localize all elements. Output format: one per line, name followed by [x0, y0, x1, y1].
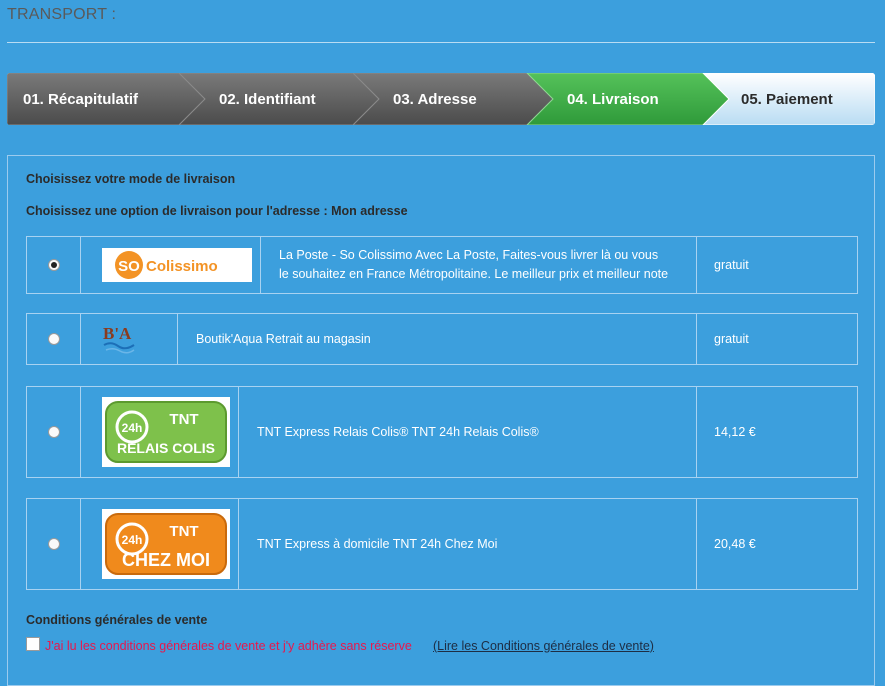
- step-label: 02. Identifiant: [219, 90, 316, 108]
- step-label: 01. Récapitulatif: [23, 90, 139, 108]
- boutikaqua-logo-text: B'A: [103, 324, 132, 343]
- tnt-logo-brand: TNT: [169, 411, 198, 428]
- carrier-radio-tnt-chez-moi[interactable]: [47, 538, 60, 550]
- step-label: 03. Adresse: [393, 90, 477, 108]
- so-colissimo-logo-graphic: SO Colissimo: [115, 251, 218, 279]
- tnt-logo-service: CHEZ MOI: [122, 550, 210, 570]
- carrier-radio-boutikaqua[interactable]: [47, 333, 60, 345]
- so-colissimo-logo: SO Colissimo: [102, 248, 252, 282]
- step-label: 05. Paiement: [741, 90, 833, 108]
- tnt-logo-24h: 24h: [122, 533, 143, 547]
- carrier-price: gratuit: [714, 332, 749, 346]
- description-cell: La Poste - So Colissimo Avec La Poste, F…: [261, 237, 697, 293]
- radio-cell: [27, 237, 81, 293]
- tnt-relais-colis-logo: 24h TNT RELAIS COLIS: [102, 397, 230, 467]
- carrier-row-tnt-relais[interactable]: 24h TNT RELAIS COLIS TNT Express Relais …: [26, 386, 858, 478]
- carrier-description: Boutik'Aqua Retrait au magasin: [178, 314, 697, 364]
- cgv-checkbox-label[interactable]: J'ai lu les conditions générales de vent…: [45, 639, 412, 653]
- tnt-chez-moi-logo: 24h TNT CHEZ MOI: [102, 509, 230, 579]
- logo-cell: 24h TNT CHEZ MOI: [81, 499, 239, 589]
- carrier-radio-tnt-relais[interactable]: [47, 426, 60, 438]
- logo-cell: SO Colissimo: [81, 237, 261, 293]
- radio-cell: [27, 314, 81, 364]
- title-divider: [7, 42, 875, 43]
- carrier-row-tnt-chez-moi[interactable]: 24h TNT CHEZ MOI TNT Express à domicile …: [26, 498, 858, 590]
- checkout-steps: 01. Récapitulatif 02. Identifiant 03. Ad…: [7, 73, 875, 125]
- carrier-description-line1: La Poste - So Colissimo Avec La Poste, F…: [279, 248, 659, 262]
- boutikaqua-logo: B'A: [103, 324, 135, 354]
- carrier-row-boutikaqua[interactable]: B'A Boutik'Aqua Retrait au magasin gratu…: [26, 313, 858, 365]
- carrier-row-colissimo[interactable]: SO Colissimo La Poste - So Colissimo Ave…: [26, 236, 858, 294]
- tnt-chez-moi-logo-graphic: 24h TNT CHEZ MOI: [105, 513, 227, 575]
- radio-selected-dot: [50, 262, 57, 268]
- carrier-description-line2: le souhaitez en France Métropolitaine. L…: [279, 267, 669, 281]
- tnt-relais-colis-logo-graphic: 24h TNT RELAIS COLIS: [105, 401, 227, 463]
- tnt-logo-24h: 24h: [122, 421, 143, 435]
- carrier-price: 14,12 €: [714, 425, 756, 439]
- step-label: 04. Livraison: [567, 90, 659, 108]
- tnt-logo-service: RELAIS COLIS: [117, 440, 215, 456]
- logo-so-text: SO: [118, 258, 140, 275]
- carrier-description: TNT Express à domicile TNT 24h Chez Moi: [239, 499, 697, 589]
- logo-cell: B'A: [81, 314, 178, 364]
- delivery-panel: Choisissez votre mode de livraison Chois…: [7, 155, 875, 686]
- logo-colissimo-text: Colissimo: [146, 258, 218, 275]
- delivery-heading: Choisissez votre mode de livraison: [26, 172, 236, 186]
- page-title: TRANSPORT :: [7, 6, 117, 23]
- carrier-description: TNT Express Relais Colis® TNT 24h Relais…: [239, 387, 697, 477]
- radio-cell: [27, 387, 81, 477]
- cgv-checkbox[interactable]: [26, 637, 40, 651]
- carrier-radio-colissimo[interactable]: [47, 259, 60, 271]
- carrier-price: gratuit: [714, 258, 749, 272]
- carrier-price: 20,48 €: [714, 537, 756, 551]
- radio-cell: [27, 499, 81, 589]
- logo-cell: 24h TNT RELAIS COLIS: [81, 387, 239, 477]
- cgv-heading: Conditions générales de vente: [26, 613, 208, 627]
- tnt-logo-brand: TNT: [169, 523, 198, 540]
- cgv-link[interactable]: (Lire les Conditions générales de vente): [433, 639, 654, 653]
- delivery-subheading: Choisissez une option de livraison pour …: [26, 204, 408, 218]
